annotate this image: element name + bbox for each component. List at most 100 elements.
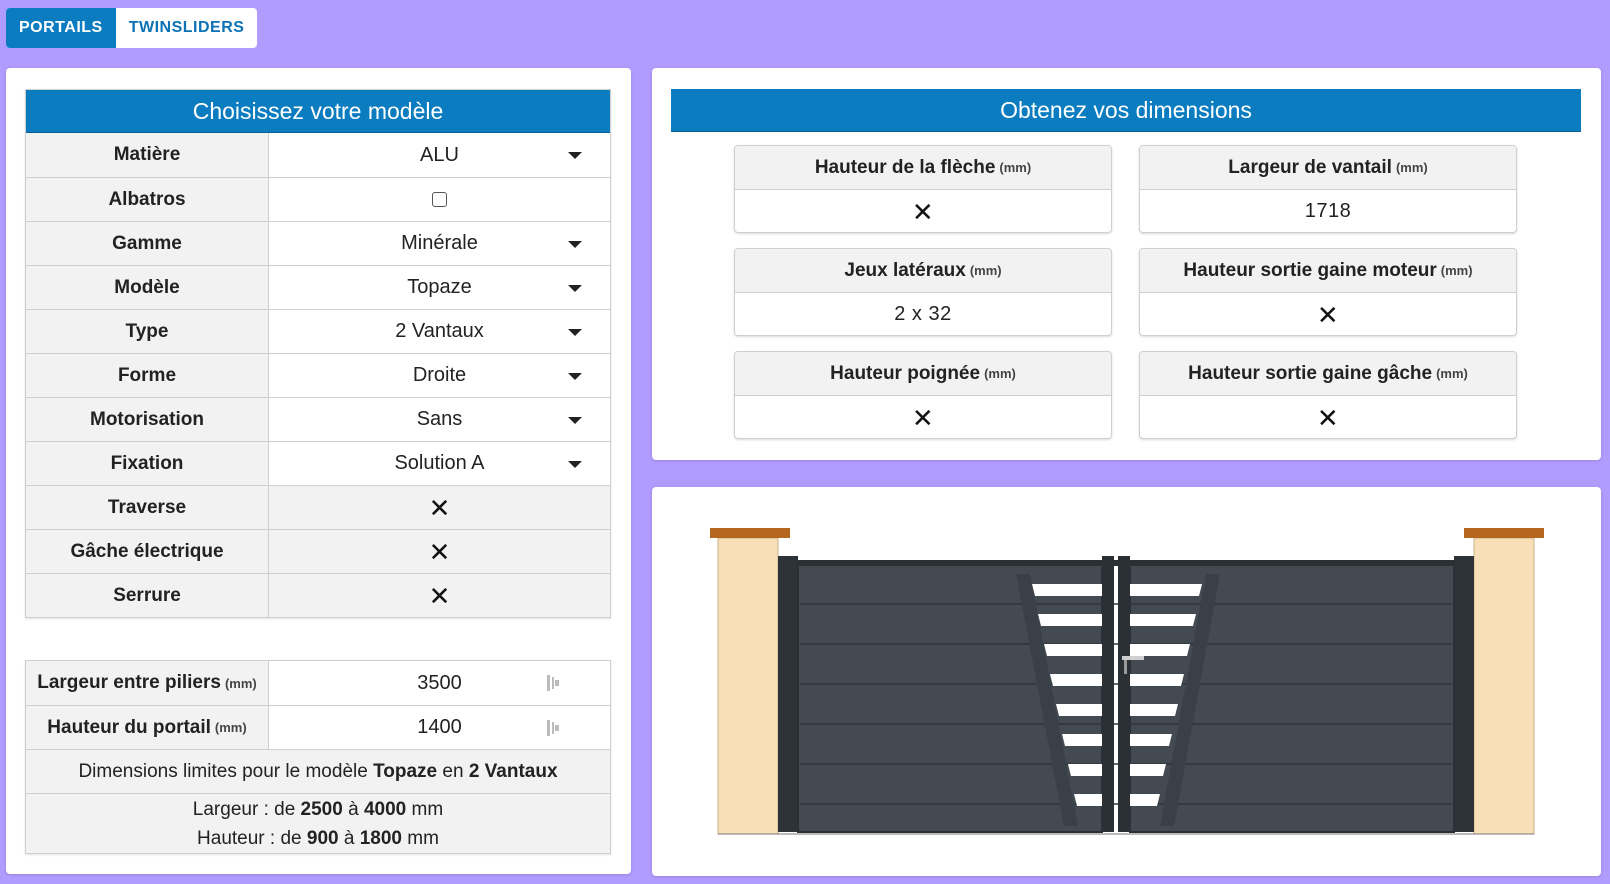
- gache-value: ✕: [269, 530, 610, 573]
- caret-down-icon: [568, 240, 582, 248]
- input-value: 1400: [417, 716, 462, 738]
- limits-body: Largeur : de 2500 à 4000 mm Hauteur : de…: [26, 793, 610, 853]
- select-value: Droite: [412, 364, 467, 386]
- limits-prefix: Dimensions limites pour le modèle: [78, 760, 368, 782]
- row-gache: Gâche électrique ✕: [26, 529, 610, 573]
- close-icon: ✕: [911, 402, 935, 433]
- dimensions-card: Obtenez vos dimensions Hauteur de la flè…: [652, 68, 1601, 460]
- limits-hauteur: Hauteur : de 900 à 1800 mm: [197, 824, 439, 853]
- row-label: Albatros: [26, 178, 269, 221]
- fixation-select[interactable]: Solution A: [269, 442, 610, 485]
- model-card: Choisissez votre modèle Matière ALU Alba…: [6, 68, 631, 874]
- limits-text: mm: [411, 798, 444, 820]
- row-label: Fixation: [26, 442, 269, 485]
- dim-label-text: Hauteur de la flèche: [814, 156, 996, 178]
- traverse-value: ✕: [269, 486, 610, 529]
- dim-box-gaine-gache: Hauteur sortie gaine gâche (mm) ✕: [1139, 351, 1517, 439]
- limits-text: mm: [407, 827, 439, 849]
- hauteur-label: Hauteur du portail: [47, 716, 211, 738]
- dims-panel-title: Obtenez vos dimensions: [671, 89, 1581, 132]
- limits-en: en: [442, 760, 464, 782]
- dim-box-poignee: Hauteur poignée (mm) ✕: [734, 351, 1112, 439]
- row-type: Type 2 Vantaux: [26, 309, 610, 353]
- dim-label: Hauteur poignée (mm): [735, 352, 1111, 396]
- tab-twinsliders[interactable]: TWINSLIDERS: [116, 8, 258, 48]
- close-icon: ✕: [1316, 299, 1340, 330]
- unit-label: (mm): [214, 720, 247, 735]
- caret-down-icon: [568, 152, 582, 159]
- dim-label: Hauteur sortie gaine moteur (mm): [1140, 249, 1516, 293]
- dim-value: 1718: [1304, 200, 1352, 222]
- row-label: Hauteur du portail (mm): [26, 706, 269, 749]
- caret-down-icon: [568, 284, 582, 292]
- resize-handle-icon[interactable]: [546, 719, 560, 737]
- tab-portails[interactable]: PORTAILS: [6, 8, 116, 48]
- dim-value: ✕: [735, 190, 1111, 232]
- select-value: 2 Vantaux: [395, 320, 484, 342]
- albatros-cell: [269, 178, 610, 221]
- dim-label-text: Jeux latéraux: [844, 259, 966, 281]
- dim-label: Hauteur sortie gaine gâche (mm): [1140, 352, 1516, 396]
- hauteur-input[interactable]: 1400: [269, 706, 610, 749]
- type-select[interactable]: 2 Vantaux: [269, 310, 610, 353]
- tab-bar: PORTAILS TWINSLIDERS: [6, 8, 258, 48]
- motorisation-select[interactable]: Sans: [269, 398, 610, 441]
- largeur-input[interactable]: 3500: [269, 661, 610, 705]
- gate-illustration: [710, 528, 1544, 835]
- row-label: Serrure: [26, 574, 269, 617]
- select-value: Solution A: [394, 452, 485, 474]
- gamme-select[interactable]: Minérale: [269, 222, 610, 265]
- unit-label: (mm): [999, 160, 1032, 175]
- close-icon: ✕: [1316, 402, 1340, 433]
- limits-largeur-max: 4000: [363, 798, 407, 820]
- row-forme: Forme Droite: [26, 353, 610, 397]
- limits-hauteur-min: 900: [306, 827, 339, 849]
- dimensions-input-table: Largeur entre piliers (mm) 3500 Hauteur …: [25, 660, 611, 854]
- caret-down-icon: [568, 328, 582, 336]
- row-matiere: Matière ALU: [26, 133, 610, 177]
- row-largeur: Largeur entre piliers (mm) 3500: [26, 661, 610, 705]
- row-gamme: Gamme Minérale: [26, 221, 610, 265]
- matiere-select[interactable]: ALU: [269, 133, 610, 177]
- model-table: Choisissez votre modèle Matière ALU Alba…: [25, 89, 611, 618]
- limits-largeur-min: 2500: [300, 798, 343, 820]
- dim-box-jeux-lateraux: Jeux latéraux (mm) 2 x 32: [734, 248, 1112, 336]
- dim-value: ✕: [735, 396, 1111, 438]
- row-label: Gâche électrique: [26, 530, 269, 573]
- unit-label: (mm): [969, 263, 1002, 278]
- dim-label: Hauteur de la flèche (mm): [735, 146, 1111, 190]
- limits-type: 2 Vantaux: [468, 760, 558, 782]
- caret-down-icon: [568, 416, 582, 424]
- dim-label-text: Largeur de vantail: [1228, 156, 1392, 178]
- modele-select[interactable]: Topaze: [269, 266, 610, 309]
- row-label: Motorisation: [26, 398, 269, 441]
- dim-label-text: Hauteur sortie gaine gâche: [1188, 362, 1433, 384]
- unit-label: (mm): [1395, 160, 1428, 175]
- select-value: Topaze: [407, 276, 472, 298]
- dim-box-largeur-vantail: Largeur de vantail (mm) 1718: [1139, 145, 1517, 233]
- close-icon: ✕: [428, 492, 451, 523]
- unit-label: (mm): [984, 366, 1016, 381]
- gate-preview-card: [652, 487, 1601, 876]
- dim-value: ✕: [1140, 396, 1516, 438]
- row-fixation: Fixation Solution A: [26, 441, 610, 485]
- limits-largeur: Largeur : de 2500 à 4000 mm: [193, 795, 443, 824]
- row-label: Forme: [26, 354, 269, 397]
- unit-label: (mm): [1436, 366, 1468, 381]
- row-label: Largeur entre piliers (mm): [26, 661, 269, 705]
- limits-model: Topaze: [373, 760, 438, 782]
- row-label: Matière: [26, 133, 269, 177]
- dim-value: 2 x 32: [894, 303, 952, 325]
- select-value: Minérale: [401, 232, 478, 254]
- largeur-label: Largeur entre piliers: [37, 672, 221, 693]
- limits-text: Largeur : de: [192, 798, 296, 820]
- resize-handle-icon[interactable]: [546, 674, 560, 692]
- albatros-checkbox[interactable]: [432, 192, 447, 207]
- row-traverse: Traverse ✕: [26, 485, 610, 529]
- forme-select[interactable]: Droite: [269, 354, 610, 397]
- model-panel-title: Choisissez votre modèle: [26, 90, 610, 133]
- limits-text: à: [348, 798, 359, 820]
- close-icon: ✕: [428, 580, 451, 611]
- row-label: Modèle: [26, 266, 269, 309]
- select-value: ALU: [420, 143, 459, 166]
